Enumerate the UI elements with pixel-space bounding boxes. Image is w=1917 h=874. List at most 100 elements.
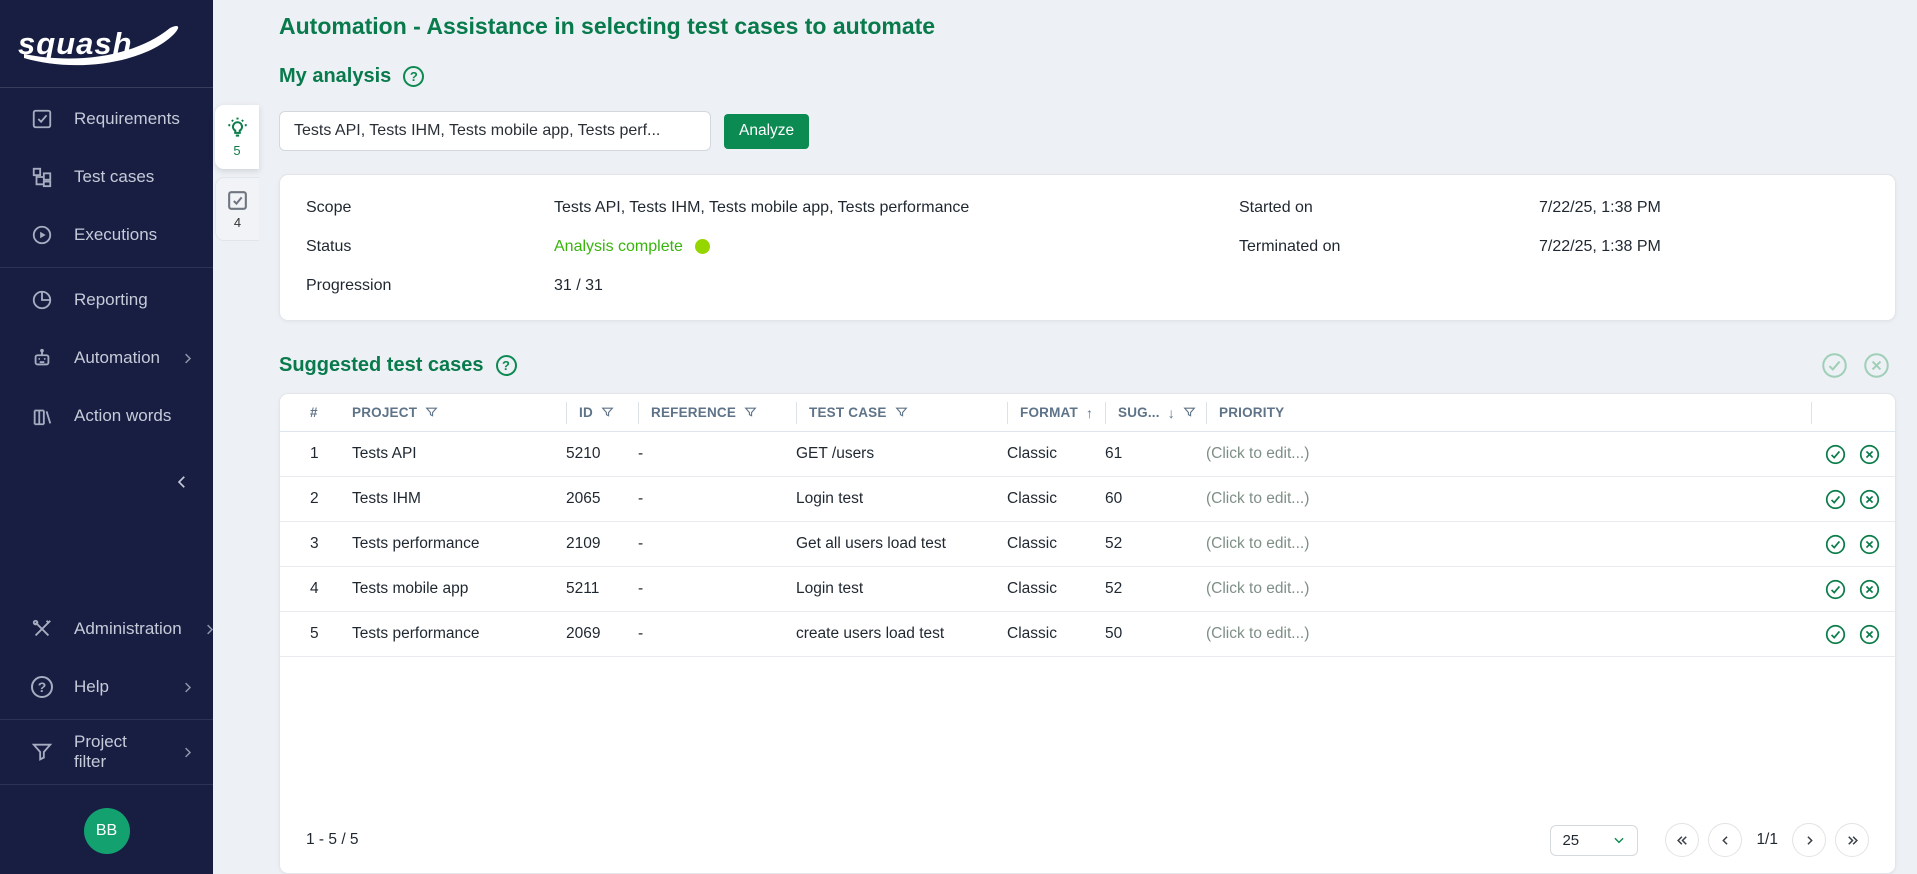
rail-tab-suggestions[interactable]: 5 xyxy=(215,105,259,169)
test-case-cell: Login test xyxy=(796,580,864,597)
sidebar: squash Requirements Test cases Execution… xyxy=(0,0,213,874)
sidebar-item-label: Help xyxy=(74,677,109,696)
project-cell: Tests mobile app xyxy=(352,580,469,597)
table-row[interactable]: 2 Tests IHM 2065 - Login test Classic 60… xyxy=(280,477,1895,522)
sidebar-item-help[interactable]: ? Help xyxy=(0,658,213,716)
accept-icon[interactable] xyxy=(1825,534,1846,555)
requirements-checkbox-icon xyxy=(30,107,54,131)
col-header-format[interactable]: FORMAT ↑ xyxy=(1007,401,1105,424)
col-header-sug[interactable]: SUG... ↓ xyxy=(1105,401,1206,424)
content: Automation - Assistance in selecting tes… xyxy=(279,0,1896,874)
priority-edit-cell[interactable]: (Click to edit...) xyxy=(1206,625,1811,643)
reference-cell: - xyxy=(638,625,644,642)
reference-cell: - xyxy=(638,490,644,507)
priority-edit-cell[interactable]: (Click to edit...) xyxy=(1206,490,1811,508)
accept-icon[interactable] xyxy=(1825,624,1846,645)
sidebar-item-action-words[interactable]: Action words xyxy=(0,387,213,445)
sidebar-item-executions[interactable]: Executions xyxy=(0,206,213,264)
filter-icon xyxy=(894,407,908,417)
sidebar-item-automation[interactable]: Automation xyxy=(0,329,213,387)
scope-input[interactable] xyxy=(279,111,711,151)
sug-cell: 50 xyxy=(1105,625,1123,642)
prev-page-button[interactable] xyxy=(1708,823,1743,857)
status-value: Analysis complete xyxy=(554,238,1239,256)
priority-edit-cell[interactable]: (Click to edit...) xyxy=(1206,580,1811,598)
sidebar-item-administration[interactable]: Administration xyxy=(0,600,213,658)
help-circle-icon: ? xyxy=(30,675,54,699)
reference-cell: - xyxy=(638,535,644,552)
my-analysis-header: My analysis ? xyxy=(279,65,1896,88)
test-case-cell: GET /users xyxy=(796,445,875,462)
progression-label: Progression xyxy=(306,276,392,294)
sidebar-divider xyxy=(0,719,213,720)
avatar[interactable]: BB xyxy=(83,808,130,854)
chevron-right-icon xyxy=(1806,835,1813,845)
table-row[interactable]: 1 Tests API 5210 - GET /users Classic 61… xyxy=(280,432,1895,477)
col-header-project[interactable]: PROJECT xyxy=(352,402,566,424)
reference-cell: - xyxy=(638,445,644,462)
sidebar-item-reporting[interactable]: Reporting xyxy=(0,271,213,329)
test-case-cell: Login test xyxy=(796,490,864,507)
reject-all-icon[interactable] xyxy=(1863,352,1890,379)
table-row[interactable]: 5 Tests performance 2069 - create users … xyxy=(280,612,1895,657)
reject-icon[interactable] xyxy=(1859,534,1880,555)
sidebar-item-label: Automation xyxy=(74,348,160,367)
reject-icon[interactable] xyxy=(1859,444,1880,465)
priority-edit-cell[interactable]: (Click to edit...) xyxy=(1206,445,1811,463)
lightbulb-icon xyxy=(227,117,247,137)
format-cell: Classic xyxy=(1007,445,1057,462)
accept-icon[interactable] xyxy=(1825,579,1846,600)
help-icon[interactable]: ? xyxy=(495,355,517,376)
last-page-button[interactable] xyxy=(1835,823,1869,857)
help-icon[interactable]: ? xyxy=(403,66,425,87)
chevron-right-icon xyxy=(180,745,195,760)
sug-cell: 61 xyxy=(1105,445,1123,462)
row-number: 2 xyxy=(310,490,319,507)
reject-icon[interactable] xyxy=(1859,489,1880,510)
accept-icon[interactable] xyxy=(1825,489,1846,510)
status-label: Status xyxy=(306,237,352,255)
reject-icon[interactable] xyxy=(1859,579,1880,600)
terminated-value: 7/22/25, 1:38 PM xyxy=(1539,237,1661,255)
col-header-id[interactable]: ID xyxy=(566,401,638,424)
sort-asc-icon: ↑ xyxy=(1085,404,1094,421)
table-row[interactable]: 4 Tests mobile app 5211 - Login test Cla… xyxy=(280,567,1895,612)
accept-icon[interactable] xyxy=(1825,444,1846,465)
section-title: Suggested test cases xyxy=(279,354,484,376)
reject-icon[interactable] xyxy=(1859,624,1880,645)
sidebar-item-requirements[interactable]: Requirements xyxy=(0,90,213,148)
scope-label: Scope xyxy=(306,198,352,216)
project-cell: Tests performance xyxy=(352,535,480,552)
first-page-button[interactable] xyxy=(1665,823,1700,857)
sidebar-item-test-cases[interactable]: Test cases xyxy=(0,148,213,206)
sidebar-item-label: Requirements xyxy=(74,109,180,128)
table-row[interactable]: 3 Tests performance 2109 - Get all users… xyxy=(280,522,1895,567)
rail-tab-count: 4 xyxy=(233,215,242,230)
sidebar-item-label: Project filter xyxy=(74,732,127,771)
sidebar-item-project-filter[interactable]: Project filter xyxy=(0,723,213,781)
sidebar-item-label: Executions xyxy=(74,225,158,244)
col-header-test-case[interactable]: TEST CASE xyxy=(796,401,1007,424)
sug-cell: 52 xyxy=(1105,580,1123,597)
chevron-left-icon xyxy=(1722,835,1728,845)
analyze-button[interactable]: Analyze xyxy=(724,113,810,149)
id-cell: 5210 xyxy=(566,445,601,462)
sidebar-divider xyxy=(0,267,213,268)
page-size-select[interactable]: 25 xyxy=(1550,824,1639,856)
col-header-reference[interactable]: REFERENCE xyxy=(638,401,796,424)
project-cell: Tests IHM xyxy=(352,490,421,507)
app-logo[interactable]: squash xyxy=(0,0,213,88)
started-value: 7/22/25, 1:38 PM xyxy=(1539,198,1661,216)
sort-desc-icon: ↓ xyxy=(1167,404,1175,421)
id-cell: 2065 xyxy=(566,490,601,507)
accept-all-icon[interactable] xyxy=(1821,352,1848,379)
rail-tab-validated[interactable]: 4 xyxy=(215,177,259,241)
priority-edit-cell[interactable]: (Click to edit...) xyxy=(1206,535,1811,553)
format-cell: Classic xyxy=(1007,490,1057,507)
library-icon xyxy=(30,404,54,428)
robot-icon xyxy=(30,346,54,370)
project-cell: Tests performance xyxy=(352,625,480,642)
col-header-priority[interactable]: PRIORITY xyxy=(1206,401,1811,424)
sidebar-collapse-button[interactable] xyxy=(0,455,213,509)
next-page-button[interactable] xyxy=(1792,823,1826,857)
